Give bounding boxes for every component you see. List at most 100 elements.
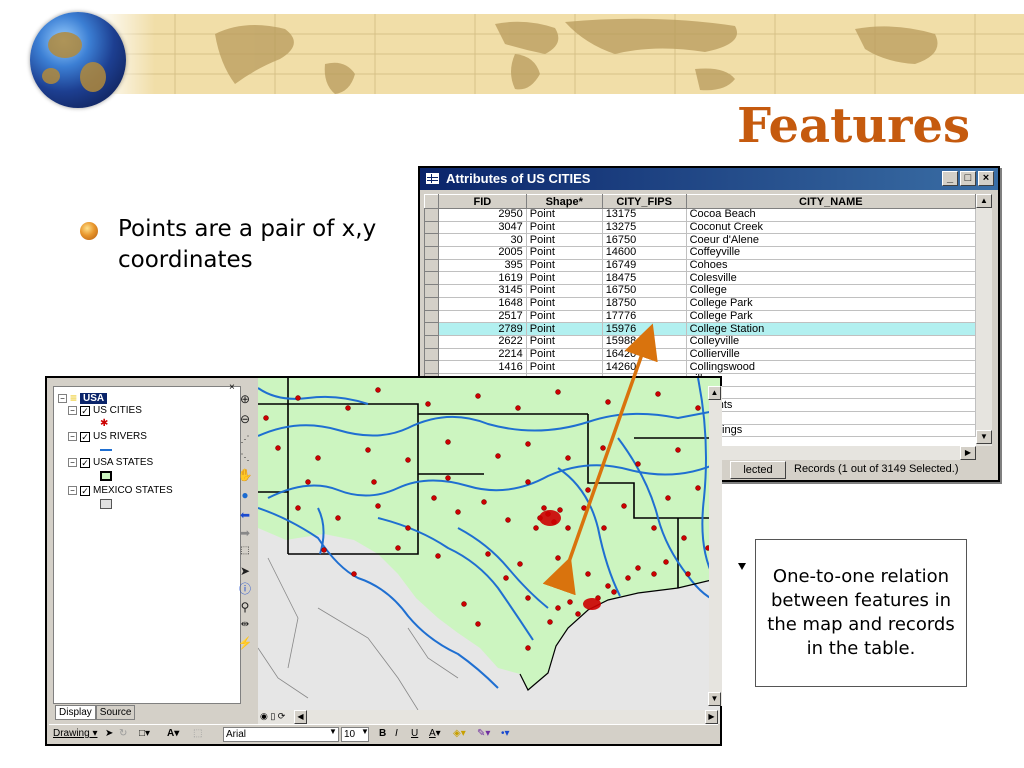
collapse-icon[interactable]: − bbox=[58, 393, 67, 403]
cell-city-name[interactable]: Collierville bbox=[685, 347, 976, 362]
table-row[interactable]: 3145 Point 16750 College bbox=[424, 284, 976, 298]
table-row[interactable]: 2789 Point 15976 College Station bbox=[424, 322, 976, 336]
layout-view-icons[interactable]: ◉ ▯ ⟳ bbox=[260, 711, 285, 722]
map-scroll-up-icon[interactable]: ▲ bbox=[708, 386, 721, 400]
close-button[interactable]: × bbox=[978, 171, 994, 186]
cell-shape[interactable]: Point bbox=[525, 334, 603, 349]
cell-city-fips[interactable]: 13175 bbox=[601, 208, 687, 222]
cell-fid[interactable]: 3145 bbox=[437, 284, 527, 298]
scroll-down-icon[interactable]: ▼ bbox=[976, 430, 992, 444]
cell-city-fips[interactable]: 15976 bbox=[601, 322, 687, 336]
table-row[interactable]: 3047 Point 13275 Coconut Creek bbox=[424, 220, 976, 235]
fixed-zoom-in-icon[interactable]: ⋰ bbox=[236, 430, 254, 448]
full-extent-globe-icon[interactable]: ● bbox=[236, 486, 254, 504]
cell-city-name[interactable]: Colleyville bbox=[685, 334, 976, 349]
toc-layer-us-rivers[interactable]: − ✓ US RIVERS bbox=[68, 431, 147, 442]
cell-fid[interactable]: 2950 bbox=[437, 208, 527, 222]
row-selector[interactable] bbox=[424, 296, 439, 311]
row-selector[interactable] bbox=[424, 258, 439, 273]
cell-shape[interactable]: Point bbox=[525, 347, 603, 362]
cell-city-fips[interactable]: 14600 bbox=[601, 246, 687, 260]
row-selector[interactable] bbox=[424, 322, 439, 336]
rotate-icon[interactable]: ↻ bbox=[119, 728, 127, 739]
forward-arrow-icon[interactable]: ➡ bbox=[236, 524, 254, 542]
measure-icon[interactable]: ⇹ bbox=[236, 616, 254, 634]
column-header-city-fips[interactable]: CITY_FIPS bbox=[601, 194, 687, 209]
map-graphic[interactable] bbox=[258, 378, 720, 710]
cell-fid[interactable]: 3047 bbox=[437, 220, 527, 235]
cell-shape[interactable]: Point bbox=[525, 322, 603, 336]
row-selector-header[interactable] bbox=[424, 194, 439, 209]
cell-city-name[interactable]: Coffeyville bbox=[685, 246, 976, 260]
cell-shape[interactable]: Point bbox=[525, 233, 603, 248]
collapse-icon[interactable]: − bbox=[68, 486, 77, 495]
cell-city-name[interactable]: Collingswood bbox=[685, 360, 976, 374]
layer-checkbox[interactable]: ✓ bbox=[80, 485, 90, 496]
cell-city-fips[interactable]: 15988 bbox=[601, 334, 687, 349]
size-dropdown-icon[interactable]: ▼ bbox=[361, 727, 369, 736]
toc-layer-us-cities[interactable]: − ✓ US CITIES bbox=[68, 405, 142, 416]
marker-color-icon[interactable]: •▾ bbox=[501, 728, 510, 739]
italic-button[interactable]: I bbox=[395, 728, 398, 739]
cell-city-name[interactable]: l Heights bbox=[685, 398, 976, 412]
toc-root-label[interactable]: USA bbox=[80, 392, 108, 404]
toc-layer-usa-states[interactable]: − ✓ USA STATES bbox=[68, 457, 153, 468]
cell-city-name[interactable]: l Park bbox=[685, 411, 976, 425]
table-row[interactable]: 1416 Point 14260 Collingswood bbox=[424, 360, 976, 374]
table-row[interactable]: 2622 Point 15988 Colleyville bbox=[424, 334, 976, 349]
cell-shape[interactable]: Point bbox=[525, 360, 603, 374]
show-selected-button[interactable]: lected bbox=[730, 461, 786, 479]
cell-fid[interactable]: 395 bbox=[437, 258, 527, 273]
cell-fid[interactable]: 2789 bbox=[437, 322, 527, 336]
table-vertical-scrollbar[interactable]: ▲ ▼ bbox=[976, 194, 992, 446]
tab-source[interactable]: Source bbox=[95, 705, 136, 720]
cell-city-name[interactable]: Coconut Creek bbox=[685, 220, 976, 235]
map-scroll-left-icon[interactable]: ◀ bbox=[294, 710, 307, 724]
cell-city-name[interactable]: Cocoa Beach bbox=[685, 208, 976, 222]
font-dropdown-icon[interactable]: ▼ bbox=[329, 727, 337, 736]
rectangle-tool-icon[interactable]: □▾ bbox=[139, 728, 150, 739]
cell-city-name[interactable]: Colesville bbox=[685, 271, 976, 286]
cell-city-fips[interactable]: 16749 bbox=[601, 258, 687, 273]
layer-checkbox[interactable]: ✓ bbox=[80, 457, 90, 468]
row-selector[interactable] bbox=[424, 246, 439, 260]
collapse-icon[interactable]: − bbox=[68, 432, 77, 441]
cell-fid[interactable]: 2517 bbox=[437, 309, 527, 324]
row-selector[interactable] bbox=[424, 334, 439, 349]
cell-city-fips[interactable]: 18475 bbox=[601, 271, 687, 286]
bold-button[interactable]: B bbox=[379, 728, 386, 739]
map-view[interactable] bbox=[258, 378, 720, 710]
select-features-icon[interactable]: ⬚ bbox=[236, 542, 254, 560]
row-selector[interactable] bbox=[424, 271, 439, 286]
row-selector[interactable] bbox=[424, 360, 439, 374]
cell-shape[interactable]: Point bbox=[525, 271, 603, 286]
row-selector[interactable] bbox=[424, 309, 439, 324]
pan-hand-icon[interactable]: ✋ bbox=[236, 466, 254, 484]
cell-city-name[interactable]: do Springs bbox=[685, 423, 976, 438]
cell-city-name[interactable]: College bbox=[685, 284, 976, 298]
font-color-icon[interactable]: A▾ bbox=[429, 728, 441, 739]
table-row[interactable]: 2214 Point 16420 Collierville bbox=[424, 347, 976, 362]
fill-color-icon[interactable]: ◈▾ bbox=[453, 728, 466, 739]
cell-shape[interactable]: Point bbox=[525, 296, 603, 311]
maximize-button[interactable]: □ bbox=[960, 171, 976, 186]
cell-city-fips[interactable]: 17776 bbox=[601, 309, 687, 324]
cell-city-name[interactable]: College Station bbox=[685, 322, 976, 336]
drawing-menu[interactable]: Drawing ▾ bbox=[53, 728, 97, 739]
underline-button[interactable]: U bbox=[411, 728, 418, 739]
cell-shape[interactable]: Point bbox=[525, 246, 603, 260]
cell-city-fips[interactable]: 16750 bbox=[601, 284, 687, 298]
cell-fid[interactable]: 2005 bbox=[437, 246, 527, 260]
collapse-icon[interactable]: − bbox=[68, 406, 77, 415]
table-row[interactable]: 395 Point 16749 Cohoes bbox=[424, 258, 976, 273]
row-selector[interactable] bbox=[424, 220, 439, 235]
toc-root[interactable]: − ≡ USA bbox=[58, 391, 108, 405]
cell-fid[interactable]: 2214 bbox=[437, 347, 527, 362]
toc-close-icon[interactable]: × bbox=[229, 382, 235, 393]
layer-checkbox[interactable]: ✓ bbox=[80, 431, 90, 442]
cell-shape[interactable]: Point bbox=[525, 208, 603, 222]
table-row[interactable]: 2517 Point 17776 College Park bbox=[424, 309, 976, 324]
cell-city-fips[interactable]: 13275 bbox=[601, 220, 687, 235]
row-selector[interactable] bbox=[424, 233, 439, 248]
row-selector[interactable] bbox=[424, 284, 439, 298]
